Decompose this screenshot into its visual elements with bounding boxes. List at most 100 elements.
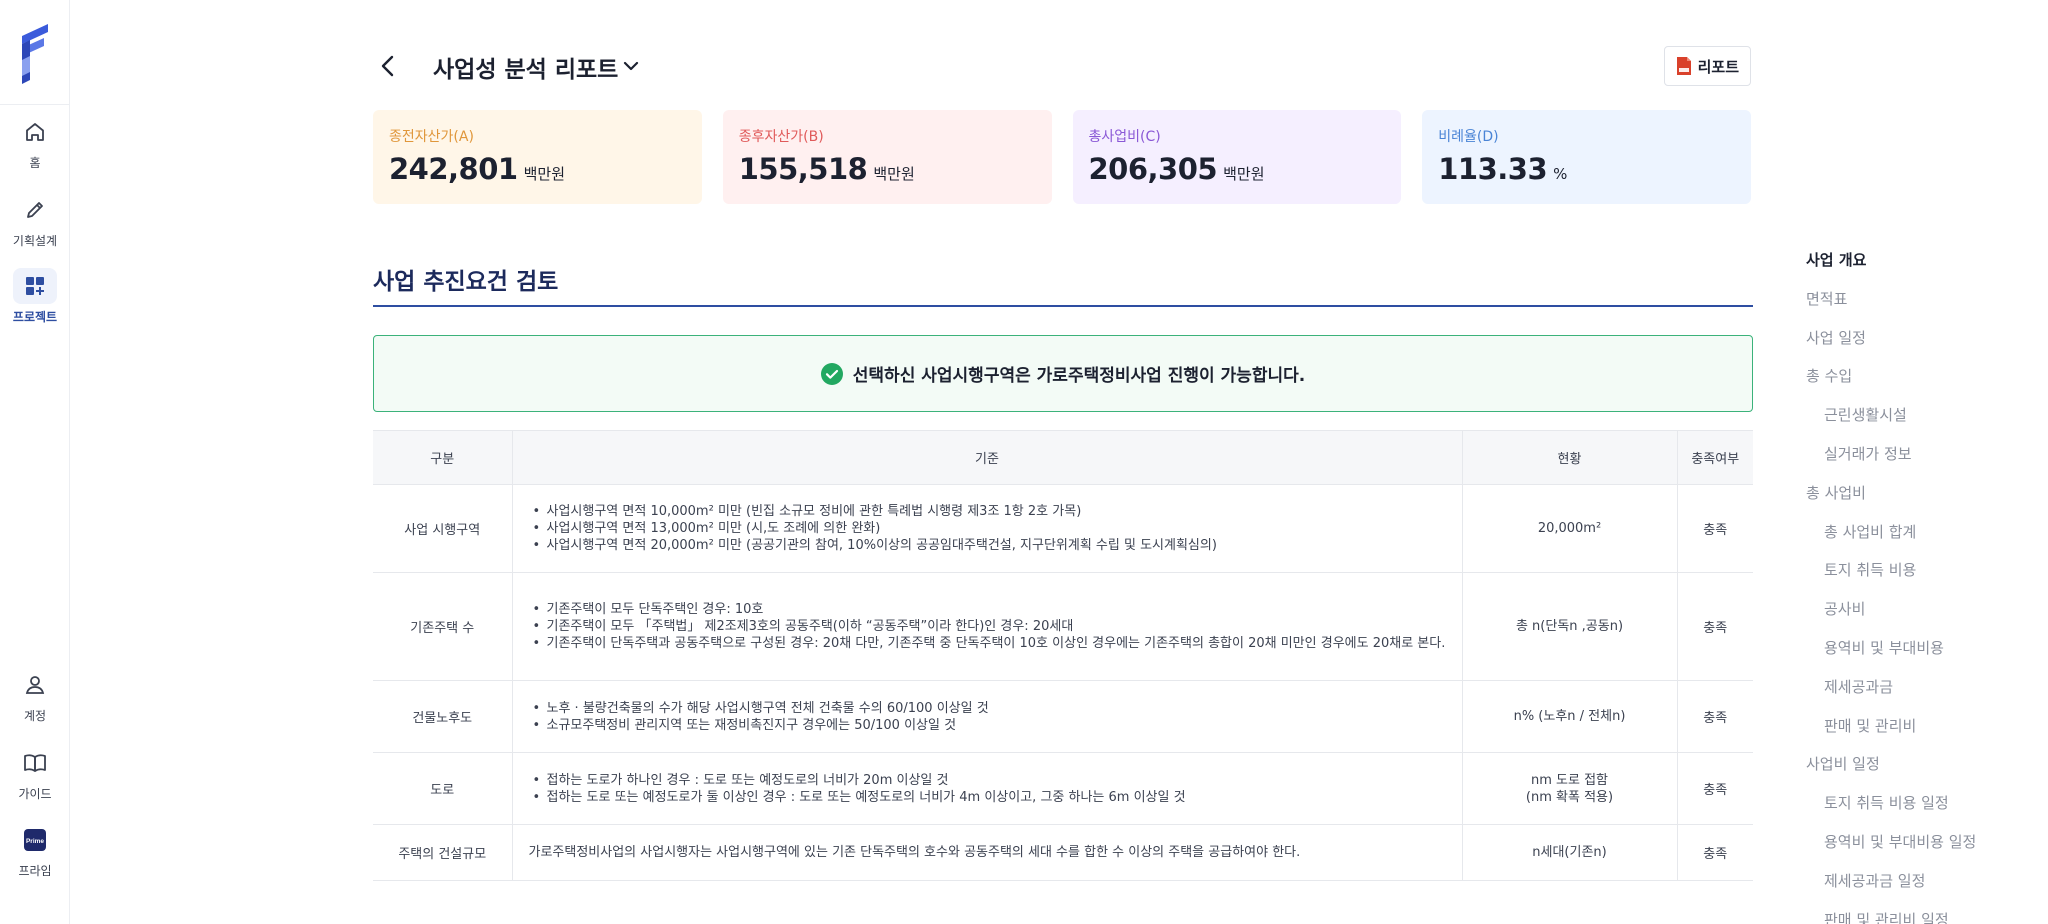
check-circle-icon	[820, 362, 843, 385]
toc-item-total-revenue[interactable]: 총 수입	[1806, 362, 2036, 401]
status-text: 총 n(단독n ,공동n)	[1515, 619, 1624, 634]
criteria-item: 기존주택이 모두 단독주택인 경우: 10호	[529, 601, 1446, 618]
status-text: n% (노후n / 전체n)	[1513, 709, 1626, 724]
table-row: 건물노후도 노후 · 불량건축물의 수가 해당 사업시행구역 전체 건축물 수의…	[373, 680, 1753, 753]
row-criteria: 기존주택이 모두 단독주택인 경우: 10호 기존주택이 모두 「주택법」 제2…	[511, 572, 1462, 681]
status-text: n세대(기존n)	[1532, 845, 1607, 860]
notice-text: 선택하신 사업시행구역은 가로주택정비사업 진행이 가능합니다.	[852, 366, 1306, 386]
status-text: nm 도로 접함	[1530, 772, 1608, 788]
toc-item-land-schedule[interactable]: 토지 취득 비용 일정	[1806, 789, 2036, 828]
criteria-item: 기존주택이 단독주택과 공동주택으로 구성된 경우: 20채 다만, 기존주택 …	[529, 635, 1446, 652]
row-result: 충족	[1676, 572, 1753, 681]
rail-item-label: 계정	[23, 709, 47, 723]
table-row: 사업 시행구역 사업시행구역 면적 10,000m² 미만 (빈집 소규모 정비…	[373, 484, 1753, 573]
row-result: 충족	[1676, 752, 1753, 825]
toc-item-service-schedule[interactable]: 용역비 및 부대비용 일정	[1806, 828, 2036, 867]
column-header: 구분	[373, 430, 512, 485]
rail-item-account[interactable]: 계정	[0, 667, 70, 724]
row-category: 도로	[373, 752, 512, 825]
report-toc: 사업 개요 면적표 사업 일정 총 수입 근린생활시설 실거래가 정보 총 사업…	[1806, 246, 2036, 924]
metric-unit: 백만원	[873, 165, 915, 183]
rail-item-label: 기획설계	[12, 234, 58, 248]
toc-item-total-cost-sum[interactable]: 총 사업비 합계	[1806, 518, 2036, 557]
grid-plus-icon	[13, 268, 57, 304]
toc-item-sales-schedule[interactable]: 판매 및 관리비 일정	[1806, 906, 2036, 924]
brand-logo-icon[interactable]	[14, 22, 54, 84]
status-text: 20,000m²	[1537, 521, 1602, 536]
metric-cards: 종전자산가(A) 242,801 백만원 종후자산가(B) 155,518 백만원 …	[373, 110, 1751, 204]
column-header: 현황	[1461, 430, 1677, 485]
criteria-item: 사업시행구역 면적 20,000m² 미만 (공공기관의 참여, 10%이상의 …	[529, 537, 1446, 554]
table-row: 기존주택 수 기존주택이 모두 단독주택인 경우: 10호 기존주택이 모두 「…	[373, 572, 1753, 681]
row-status: 20,000m²	[1461, 484, 1677, 573]
toc-item-transaction-price[interactable]: 실거래가 정보	[1806, 440, 2036, 479]
criteria-item: 사업시행구역 면적 10,000m² 미만 (빈집 소규모 정비에 관한 특례법…	[529, 503, 1446, 520]
toc-item-construction-cost[interactable]: 공사비	[1806, 595, 2036, 634]
pdf-file-icon	[1676, 57, 1691, 75]
row-criteria: 가로주택정비사업의 사업시행자는 사업시행구역에 있는 기존 단독주택의 호수와…	[511, 824, 1462, 881]
toc-item-land-acquisition[interactable]: 토지 취득 비용	[1806, 556, 2036, 595]
row-category: 기존주택 수	[373, 572, 512, 681]
metric-label: 종후자산가(B)	[738, 129, 824, 145]
rail-item-guide[interactable]: 가이드	[0, 745, 70, 802]
metric-card-total-cost: 총사업비(C) 206,305 백만원	[1072, 110, 1402, 204]
criteria-item: 접하는 도로 또는 예정도로가 둘 이상인 경우 : 도로 또는 예정도로의 너…	[529, 789, 1446, 806]
row-status: 총 n(단독n ,공동n)	[1461, 572, 1677, 681]
table-row: 도로 접하는 도로가 하나인 경우 : 도로 또는 예정도로의 너비가 20m …	[373, 752, 1753, 825]
row-criteria: 접하는 도로가 하나인 경우 : 도로 또는 예정도로의 너비가 20m 이상일…	[511, 752, 1462, 825]
title-dropdown-button[interactable]	[619, 54, 643, 78]
rail-item-label: 가이드	[18, 787, 52, 801]
rail-item-prime[interactable]: Prime 프라임	[0, 822, 70, 879]
prime-badge-icon: Prime	[13, 822, 57, 858]
toc-item-total-cost[interactable]: 총 사업비	[1806, 479, 2036, 518]
page-header: 사업성 분석 리포트 리포트	[373, 44, 1751, 88]
rail-item-label: 프로젝트	[12, 310, 58, 324]
metric-unit: 백만원	[523, 165, 565, 183]
rail-item-planning[interactable]: 기획설계	[0, 192, 70, 249]
row-result: 충족	[1676, 680, 1753, 753]
metric-label: 비례율(D)	[1438, 129, 1499, 145]
user-icon	[13, 667, 57, 703]
toc-item-sales-admin[interactable]: 판매 및 관리비	[1806, 712, 2036, 751]
section-divider	[373, 305, 1753, 307]
pencil-icon	[13, 192, 57, 228]
rail-divider	[0, 104, 70, 105]
row-category: 사업 시행구역	[373, 484, 512, 573]
toc-item-cost-schedule[interactable]: 사업비 일정	[1806, 750, 2036, 789]
back-button[interactable]	[373, 50, 403, 82]
toc-item-neighborhood-facility[interactable]: 근린생활시설	[1806, 401, 2036, 440]
rail-item-home[interactable]: 홈	[0, 114, 70, 171]
prime-badge-text: Prime	[26, 838, 44, 845]
metric-label: 종전자산가(A)	[389, 129, 474, 145]
row-category: 건물노후도	[373, 680, 512, 753]
requirements-table: 구분 기준 현황 충족여부 사업 시행구역 사업시행구역 면적 10,000m²…	[373, 430, 1753, 881]
row-status: n세대(기존n)	[1461, 824, 1677, 881]
toc-item-service-cost[interactable]: 용역비 및 부대비용	[1806, 634, 2036, 673]
metric-card-ratio: 비례율(D) 113.33%	[1422, 110, 1751, 204]
metric-label: 총사업비(C)	[1088, 129, 1161, 145]
home-icon	[13, 114, 57, 150]
toc-item-area-table[interactable]: 면적표	[1806, 285, 2036, 324]
criteria-item: 소규모주택정비 관리지역 또는 재정비촉진지구 경우에는 50/100 이상일 …	[529, 717, 1446, 734]
report-download-button[interactable]: 리포트	[1663, 46, 1751, 86]
left-rail: 홈 기획설계 프로젝트 계정 가이드 Prime 프라임	[0, 0, 70, 924]
column-header: 기준	[511, 430, 1462, 485]
rail-item-project[interactable]: 프로젝트	[0, 268, 70, 325]
report-button-label: 리포트	[1697, 57, 1739, 76]
row-criteria: 사업시행구역 면적 10,000m² 미만 (빈집 소규모 정비에 관한 특례법…	[511, 484, 1462, 573]
metric-value: 113.33	[1438, 152, 1548, 186]
chevron-down-icon	[623, 61, 639, 71]
toc-item-schedule[interactable]: 사업 일정	[1806, 324, 2036, 363]
metric-unit: %	[1553, 165, 1568, 183]
rail-item-label: 프라임	[18, 864, 52, 878]
toc-item-tax-schedule[interactable]: 제세공과금 일정	[1806, 867, 2036, 906]
row-result: 충족	[1676, 824, 1753, 881]
toc-item-taxes[interactable]: 제세공과금	[1806, 673, 2036, 712]
section-title: 사업 추진요건 검토	[373, 269, 559, 295]
toc-item-overview[interactable]: 사업 개요	[1806, 246, 2036, 285]
criteria-item: 사업시행구역 면적 13,000m² 미만 (시,도 조례에 의한 완화)	[529, 520, 1446, 537]
metric-value: 242,801	[389, 152, 518, 186]
criteria-text: 가로주택정비사업의 사업시행자는 사업시행구역에 있는 기존 단독주택의 호수와…	[528, 845, 1301, 860]
eligibility-notice: 선택하신 사업시행구역은 가로주택정비사업 진행이 가능합니다.	[373, 335, 1753, 412]
rail-item-label: 홈	[29, 156, 41, 170]
